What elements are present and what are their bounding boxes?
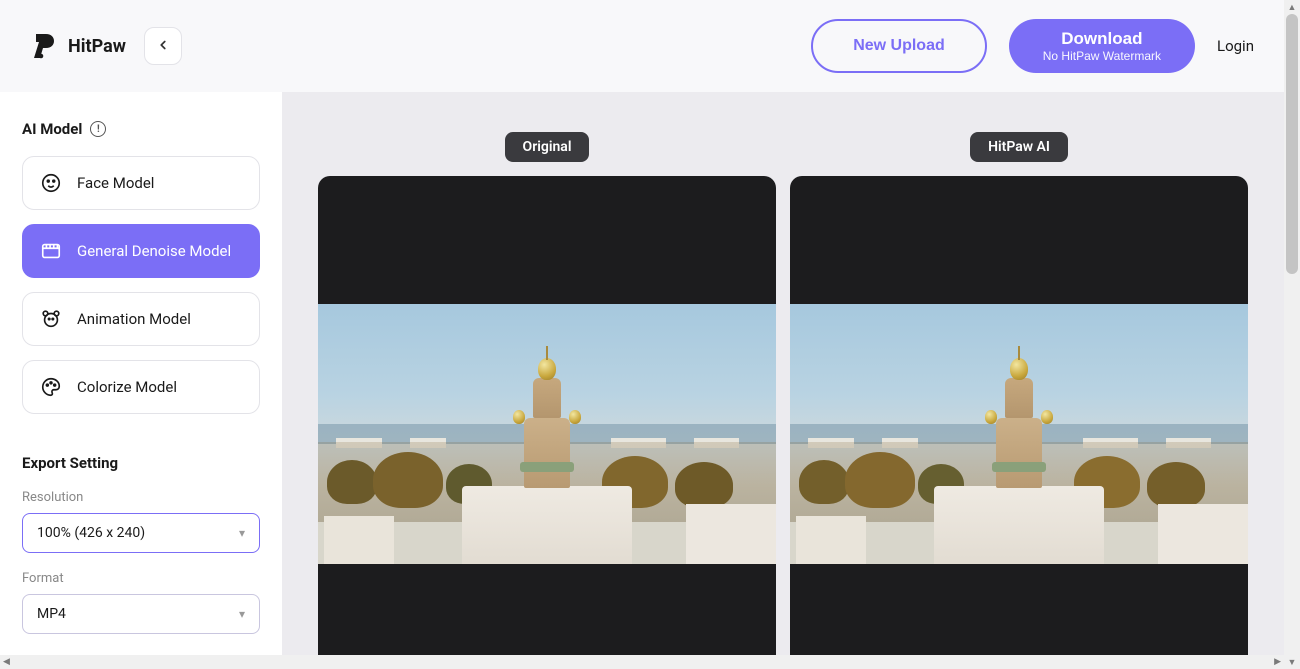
horizontal-scrollbar[interactable]: ◀ ▶ <box>0 655 1284 669</box>
brand-name: HitPaw <box>68 36 126 57</box>
resolution-select[interactable]: 100% (426 x 240) ▾ <box>22 513 260 553</box>
sidebar: AI Model ! Face Model General Denoise Mo… <box>0 92 282 655</box>
original-pane: Original <box>318 132 776 655</box>
chevron-down-icon: ▾ <box>239 526 245 540</box>
model-animation[interactable]: Animation Model <box>22 292 260 346</box>
logo-icon <box>30 32 58 60</box>
main-area: AI Model ! Face Model General Denoise Mo… <box>0 92 1284 655</box>
ai-model-title: AI Model <box>22 120 82 138</box>
scroll-left-arrow-icon[interactable]: ◀ <box>3 657 10 667</box>
palette-icon <box>39 375 63 399</box>
back-button[interactable] <box>144 27 182 65</box>
header-right: New Upload Download No HitPaw Watermark … <box>811 19 1254 73</box>
download-button[interactable]: Download No HitPaw Watermark <box>1009 19 1195 73</box>
compare-wrap: Original <box>318 132 1248 655</box>
model-face-label: Face Model <box>77 174 154 192</box>
format-select[interactable]: MP4 ▾ <box>22 594 260 634</box>
resolution-label: Resolution <box>22 490 260 505</box>
info-icon[interactable]: ! <box>90 121 106 137</box>
resolution-value: 100% (426 x 240) <box>37 525 145 541</box>
face-icon <box>39 171 63 195</box>
ai-frame <box>790 304 1248 564</box>
app-header: HitPaw New Upload Download No HitPaw Wat… <box>0 0 1284 92</box>
scroll-up-arrow-icon[interactable]: ▲ <box>1284 0 1300 14</box>
original-video[interactable] <box>318 176 776 655</box>
download-title: Download <box>1043 29 1161 49</box>
original-frame <box>318 304 776 564</box>
content-area: Original <box>282 92 1284 655</box>
original-badge: Original <box>505 132 590 162</box>
model-animation-label: Animation Model <box>77 310 191 328</box>
vertical-scrollbar-thumb[interactable] <box>1286 14 1298 274</box>
vertical-scrollbar[interactable]: ▲ ▼ <box>1284 0 1300 669</box>
format-value: MP4 <box>37 606 66 622</box>
film-icon <box>39 239 63 263</box>
header-left: HitPaw <box>30 27 182 65</box>
ai-badge: HitPaw AI <box>970 132 1068 162</box>
model-denoise[interactable]: General Denoise Model <box>22 224 260 278</box>
model-denoise-label: General Denoise Model <box>77 242 231 260</box>
model-list: Face Model General Denoise Model Animati… <box>22 156 260 414</box>
export-setting-heading: Export Setting <box>22 454 260 472</box>
model-colorize-label: Colorize Model <box>77 378 177 396</box>
bear-icon <box>39 307 63 331</box>
ai-model-heading: AI Model ! <box>22 120 260 138</box>
chevron-down-icon: ▾ <box>239 607 245 621</box>
brand-logo[interactable]: HitPaw <box>30 32 126 60</box>
format-label: Format <box>22 571 260 586</box>
scroll-down-arrow-icon[interactable]: ▼ <box>1284 655 1300 669</box>
chevron-left-icon <box>156 38 170 55</box>
model-colorize[interactable]: Colorize Model <box>22 360 260 414</box>
ai-pane: HitPaw AI <box>790 132 1248 655</box>
login-link[interactable]: Login <box>1217 37 1254 55</box>
ai-video[interactable] <box>790 176 1248 655</box>
new-upload-button[interactable]: New Upload <box>811 19 987 73</box>
model-face[interactable]: Face Model <box>22 156 260 210</box>
scroll-right-arrow-icon[interactable]: ▶ <box>1274 657 1281 667</box>
download-subtitle: No HitPaw Watermark <box>1043 49 1161 63</box>
